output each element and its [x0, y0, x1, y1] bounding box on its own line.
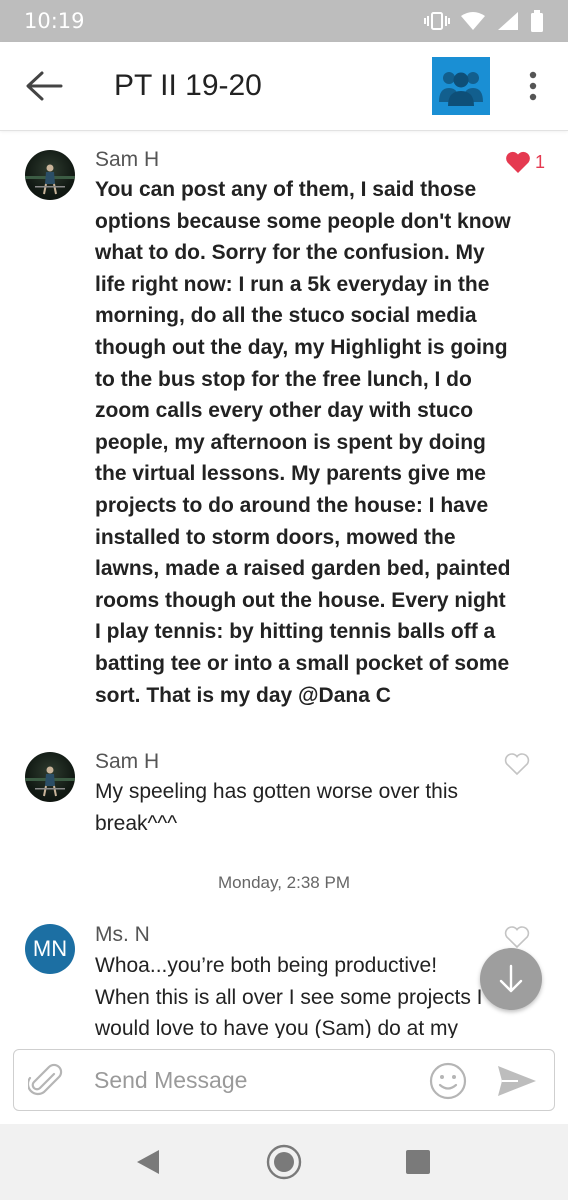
- vibrate-icon: [424, 12, 450, 30]
- sender-name: Ms. N: [95, 923, 150, 946]
- group-icon: [439, 72, 483, 106]
- wifi-icon: [461, 12, 485, 30]
- nav-back-icon: [137, 1150, 159, 1174]
- status-time: 10:19: [24, 9, 85, 33]
- heart-filled-icon: [506, 151, 530, 173]
- message-text: You can post any of them, I said those o…: [95, 178, 511, 707]
- message-composer: [13, 1049, 555, 1111]
- nav-recents-icon: [406, 1150, 430, 1174]
- nav-back-button[interactable]: [133, 1146, 165, 1178]
- like-button[interactable]: [504, 925, 530, 949]
- avatar[interactable]: [25, 752, 75, 802]
- more-options-button[interactable]: [516, 66, 550, 106]
- battery-icon: [531, 10, 543, 32]
- more-vert-icon: [529, 71, 537, 101]
- avatar[interactable]: MN: [25, 924, 75, 974]
- system-nav-bar: [0, 1124, 568, 1200]
- message-text: Whoa...you’re both being productive! Whe…: [95, 954, 483, 1038]
- chat-title: PT II 19-20: [114, 69, 262, 102]
- status-icons: [424, 10, 544, 32]
- date-separator: Monday, 2:38 PM: [218, 873, 350, 892]
- avatar[interactable]: [25, 150, 75, 200]
- like-button[interactable]: [504, 752, 530, 776]
- paperclip-icon: [26, 1063, 63, 1096]
- like-button[interactable]: 1: [505, 150, 545, 174]
- emoji-button[interactable]: [428, 1061, 468, 1101]
- send-button[interactable]: [496, 1064, 538, 1098]
- send-icon: [498, 1066, 536, 1096]
- arrow-back-icon: [26, 71, 63, 101]
- back-button[interactable]: [22, 64, 66, 108]
- sender-name: Sam H: [95, 750, 160, 773]
- group-info-button[interactable]: [432, 57, 490, 115]
- scroll-to-bottom-button[interactable]: [480, 948, 542, 1010]
- heart-outline-icon: [504, 926, 530, 949]
- arrow-down-icon: [499, 964, 523, 993]
- message-input[interactable]: [94, 1058, 414, 1102]
- attach-button[interactable]: [26, 1062, 64, 1100]
- signal-icon: [498, 12, 518, 30]
- smiley-icon: [429, 1062, 467, 1100]
- app-bar: PT II 19-20: [0, 42, 568, 131]
- message-text: My speeling has gotten worse over this b…: [95, 780, 459, 835]
- avatar-photo: [25, 164, 75, 195]
- sender-name: Sam H: [95, 148, 160, 171]
- nav-recents-button[interactable]: [404, 1148, 432, 1176]
- nav-home-button[interactable]: [266, 1144, 302, 1180]
- like-count: 1: [535, 151, 546, 172]
- nav-home-icon: [266, 1144, 302, 1180]
- heart-outline-icon: [504, 753, 530, 776]
- status-bar: 10:19: [0, 0, 568, 42]
- avatar-photo: [25, 766, 75, 797]
